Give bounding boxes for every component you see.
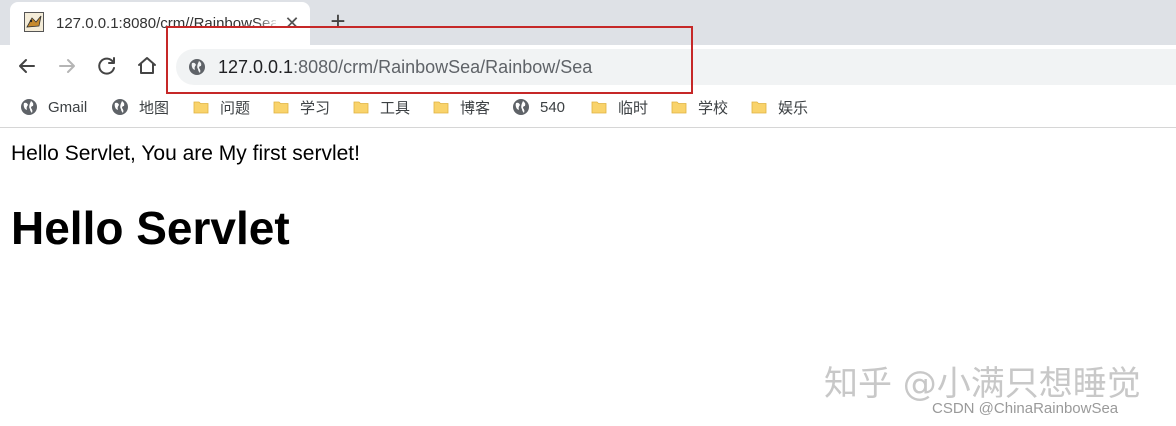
page-heading: Hello Servlet <box>11 202 290 254</box>
bookmark-label: 娱乐 <box>778 99 809 117</box>
folder-icon <box>671 101 687 114</box>
bookmark-item[interactable]: 540 <box>512 97 565 117</box>
bookmark-item[interactable]: 地图 <box>111 97 169 117</box>
bookmark-item[interactable]: Gmail <box>20 97 87 117</box>
bookmark-folder[interactable]: 临时 <box>590 97 648 117</box>
reload-icon[interactable] <box>94 53 120 79</box>
csdn-watermark: CSDN @ChinaRainbowSea <box>932 400 1119 417</box>
bookmark-label: 博客 <box>460 99 491 117</box>
globe-icon <box>112 99 128 115</box>
folder-icon <box>751 101 767 114</box>
folder-icon <box>433 101 449 114</box>
bookmark-folder[interactable]: 工具 <box>352 97 410 117</box>
servlet-message: Hello Servlet, You are My first servlet! <box>11 142 360 165</box>
bookmark-label: 学校 <box>698 99 729 117</box>
folder-icon <box>193 101 209 114</box>
bookmark-label: Gmail <box>48 98 88 116</box>
bookmark-label: 学习 <box>300 99 331 117</box>
back-arrow-icon[interactable] <box>14 53 40 79</box>
bookmark-label: 540 <box>540 98 566 116</box>
bookmark-folder[interactable]: 娱乐 <box>750 97 808 117</box>
folder-icon <box>591 101 607 114</box>
folder-icon <box>273 101 289 114</box>
bookmark-label: 地图 <box>139 99 170 117</box>
zhihu-watermark: 知乎 @小满只想睡觉 <box>824 364 1141 404</box>
bookmark-label: 临时 <box>618 99 649 117</box>
bookmark-folder[interactable]: 学校 <box>670 97 728 117</box>
folder-icon <box>353 101 369 114</box>
forward-arrow-icon[interactable] <box>54 53 80 79</box>
bookmark-label: 问题 <box>220 99 251 117</box>
bookmark-folder[interactable]: 学习 <box>272 97 330 117</box>
globe-icon <box>513 99 529 115</box>
bookmark-label: 工具 <box>380 99 411 117</box>
bookmark-folder[interactable]: 问题 <box>192 97 250 117</box>
url-highlight-box <box>166 26 693 94</box>
home-icon[interactable] <box>134 53 160 79</box>
tomcat-favicon-icon <box>24 12 44 32</box>
bookmark-folder[interactable]: 博客 <box>432 97 490 117</box>
globe-icon <box>21 99 37 115</box>
